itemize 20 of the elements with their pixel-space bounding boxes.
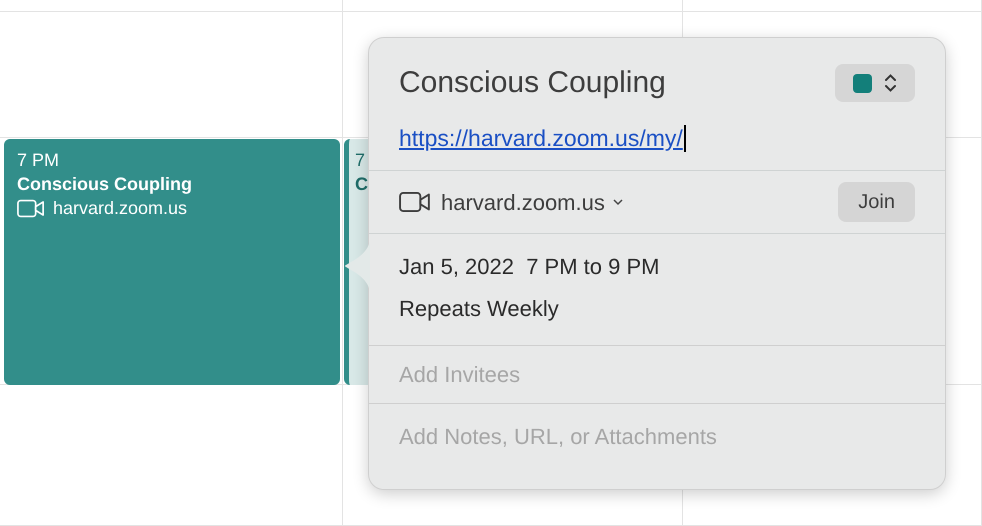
calendar-color-picker[interactable]	[835, 64, 915, 102]
repeat-setting[interactable]: Repeats Weekly	[399, 294, 915, 324]
event-title: C	[355, 173, 369, 195]
invitees-field[interactable]: Add Invitees	[399, 358, 915, 391]
join-button[interactable]: Join	[838, 182, 915, 222]
url-link[interactable]: https://harvard.zoom.us/my/	[399, 124, 683, 152]
popover-title: Conscious Coupling	[399, 65, 666, 101]
chevron-down-icon	[612, 198, 623, 206]
video-camera-icon	[17, 198, 45, 218]
event-time: 7	[355, 149, 366, 171]
video-link-dropdown[interactable]: harvard.zoom.us	[441, 186, 623, 218]
event-title: Conscious Coupling	[17, 173, 193, 195]
event-date-time[interactable]: Jan 5, 2022 7 PM to 9 PM	[399, 252, 915, 282]
calendar-event[interactable]: 7 PM Conscious Coupling harvard.zoom.us	[4, 139, 340, 385]
event-time: 7 PM	[17, 149, 60, 171]
up-down-chevron-icon	[884, 73, 897, 93]
text-cursor	[684, 124, 686, 152]
video-camera-icon	[399, 191, 431, 213]
event-location: harvard.zoom.us	[53, 197, 188, 219]
notes-field[interactable]: Add Notes, URL, or Attachments	[399, 420, 915, 453]
